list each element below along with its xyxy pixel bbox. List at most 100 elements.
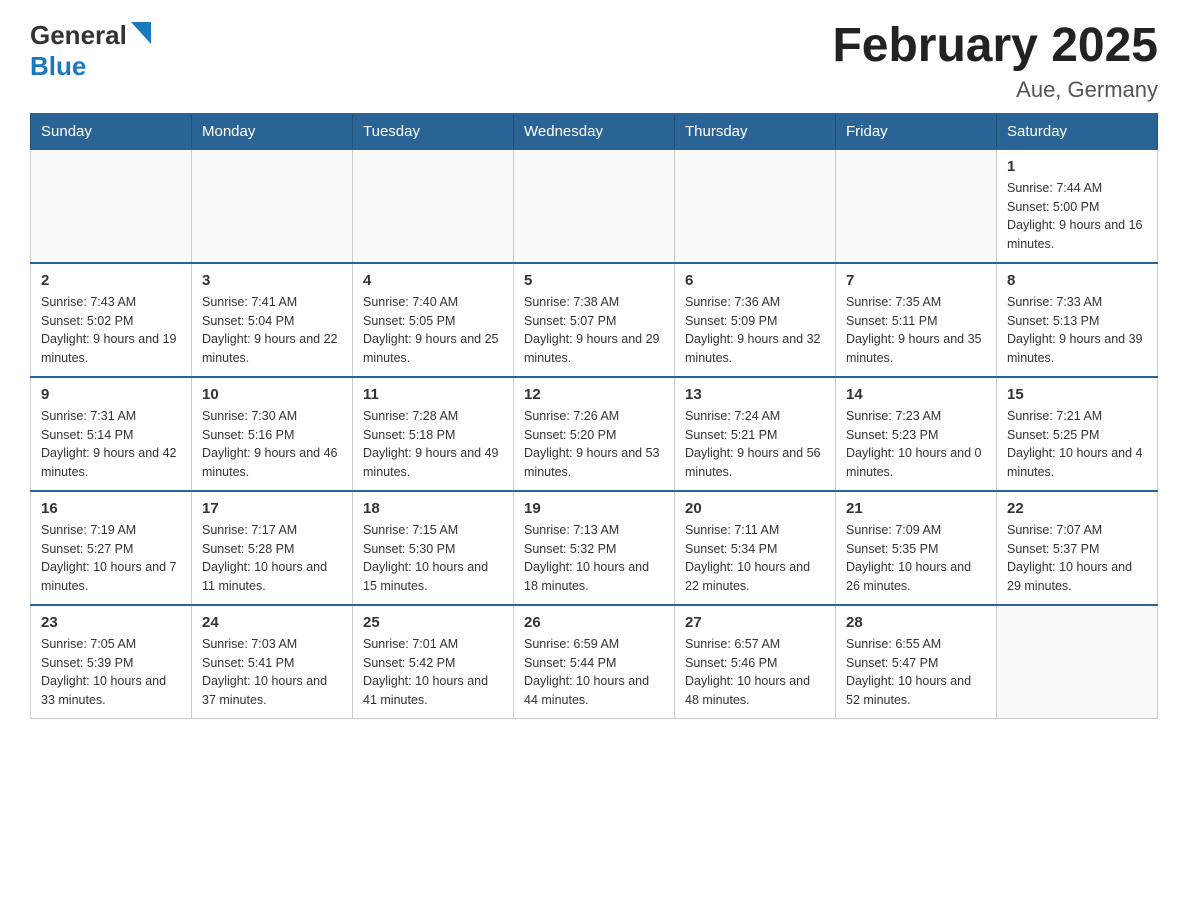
daylight-text: Daylight: 9 hours and 56 minutes.	[685, 444, 825, 482]
day-number: 13	[685, 386, 825, 403]
calendar-cell: 10 Sunrise: 7:30 AMSunset: 5:16 PMDayligh…	[192, 377, 353, 491]
day-number: 21	[846, 500, 986, 517]
calendar-cell: 3Sunrise: 7:41 AMSunset: 5:04 PMDaylight…	[192, 263, 353, 377]
daylight-text: Daylight: 10 hours and 4 minutes.	[1007, 444, 1147, 482]
day-info: Sunrise: 7:07 AMSunset: 5:37 PMDaylight:…	[1007, 521, 1147, 596]
calendar-cell: 20Sunrise: 7:11 AMSunset: 5:34 PMDayligh…	[675, 491, 836, 605]
calendar-cell: 7Sunrise: 7:35 AMSunset: 5:11 PMDaylight…	[836, 263, 997, 377]
sunset-text: Sunset: 5:11 PM	[846, 312, 986, 331]
sunset-text: Sunset: 5:34 PM	[685, 540, 825, 559]
sunrise-text: Sunrise: 7:35 AM	[846, 293, 986, 312]
daylight-text: Daylight: 9 hours and 46 minutes.	[202, 444, 342, 482]
day-number: 2	[41, 272, 181, 289]
daylight-text: Daylight: 10 hours and 48 minutes.	[685, 672, 825, 710]
daylight-text: Daylight: 9 hours and 25 minutes.	[363, 330, 503, 368]
day-info: Sunrise: 7:41 AMSunset: 5:04 PMDaylight:…	[202, 293, 342, 368]
day-info: Sunrise: 7:19 AMSunset: 5:27 PMDaylight:…	[41, 521, 181, 596]
daylight-text: Daylight: 9 hours and 53 minutes.	[524, 444, 664, 482]
day-info: Sunrise: 7:26 AMSunset: 5:20 PMDaylight:…	[524, 407, 664, 482]
daylight-text: Daylight: 9 hours and 22 minutes.	[202, 330, 342, 368]
weekday-header-saturday: Saturday	[997, 114, 1158, 149]
calendar-cell: 14 Sunrise: 7:23 AMSunset: 5:23 PMDayligh…	[836, 377, 997, 491]
sunset-text: Sunset: 5:41 PM	[202, 654, 342, 673]
sunset-text: Sunset: 5:23 PM	[846, 426, 986, 445]
sunset-text: Sunset: 5:18 PM	[363, 426, 503, 445]
sunrise-text: Sunrise: 7:03 AM	[202, 635, 342, 654]
day-number: 4	[363, 272, 503, 289]
day-info: Sunrise: 7:17 AMSunset: 5:28 PMDaylight:…	[202, 521, 342, 596]
sunrise-text: Sunrise: 7:05 AM	[41, 635, 181, 654]
calendar-cell: 25Sunrise: 7:01 AMSunset: 5:42 PMDayligh…	[353, 605, 514, 719]
calendar-cell: 24Sunrise: 7:03 AMSunset: 5:41 PMDayligh…	[192, 605, 353, 719]
location-text: Aue, Germany	[832, 77, 1158, 103]
day-info: Sunrise: 7:09 AMSunset: 5:35 PMDaylight:…	[846, 521, 986, 596]
daylight-text: Daylight: 10 hours and 15 minutes.	[363, 558, 503, 596]
day-info: Sunrise: 7:21 AMSunset: 5:25 PMDaylight:…	[1007, 407, 1147, 482]
sunrise-text: Sunrise: 7:07 AM	[1007, 521, 1147, 540]
calendar-week-3: 9 Sunrise: 7:31 AMSunset: 5:14 PMDaylight…	[31, 377, 1158, 491]
sunset-text: Sunset: 5:20 PM	[524, 426, 664, 445]
calendar-cell: 17Sunrise: 7:17 AMSunset: 5:28 PMDayligh…	[192, 491, 353, 605]
sunrise-text: Sunrise: 6:57 AM	[685, 635, 825, 654]
sunrise-text: Sunrise: 6:59 AM	[524, 635, 664, 654]
calendar-week-5: 23Sunrise: 7:05 AMSunset: 5:39 PMDayligh…	[31, 605, 1158, 719]
daylight-text: Daylight: 10 hours and 29 minutes.	[1007, 558, 1147, 596]
day-number: 20	[685, 500, 825, 517]
daylight-text: Daylight: 9 hours and 19 minutes.	[41, 330, 181, 368]
calendar-week-1: 1Sunrise: 7:44 AMSunset: 5:00 PMDaylight…	[31, 149, 1158, 263]
sunset-text: Sunset: 5:39 PM	[41, 654, 181, 673]
sunrise-text: Sunrise: 7:40 AM	[363, 293, 503, 312]
day-number: 24	[202, 614, 342, 631]
day-info: Sunrise: 6:59 AMSunset: 5:44 PMDaylight:…	[524, 635, 664, 710]
day-number: 14	[846, 386, 986, 403]
calendar-cell	[31, 149, 192, 263]
sunset-text: Sunset: 5:37 PM	[1007, 540, 1147, 559]
logo-general-text: General	[30, 20, 127, 51]
day-number: 23	[41, 614, 181, 631]
day-info: Sunrise: 7:30 AMSunset: 5:16 PMDaylight:…	[202, 407, 342, 482]
daylight-text: Daylight: 10 hours and 11 minutes.	[202, 558, 342, 596]
weekday-header-friday: Friday	[836, 114, 997, 149]
calendar-week-2: 2Sunrise: 7:43 AMSunset: 5:02 PMDaylight…	[31, 263, 1158, 377]
daylight-text: Daylight: 10 hours and 22 minutes.	[685, 558, 825, 596]
sunset-text: Sunset: 5:46 PM	[685, 654, 825, 673]
weekday-header-monday: Monday	[192, 114, 353, 149]
sunset-text: Sunset: 5:42 PM	[363, 654, 503, 673]
calendar-cell	[997, 605, 1158, 719]
day-info: Sunrise: 7:33 AMSunset: 5:13 PMDaylight:…	[1007, 293, 1147, 368]
daylight-text: Daylight: 9 hours and 42 minutes.	[41, 444, 181, 482]
calendar-cell: 2Sunrise: 7:43 AMSunset: 5:02 PMDaylight…	[31, 263, 192, 377]
sunset-text: Sunset: 5:16 PM	[202, 426, 342, 445]
sunrise-text: Sunrise: 7:26 AM	[524, 407, 664, 426]
page-header: General Blue February 2025 Aue, Germany	[30, 20, 1158, 103]
calendar-cell: 22Sunrise: 7:07 AMSunset: 5:37 PMDayligh…	[997, 491, 1158, 605]
calendar-cell: 15Sunrise: 7:21 AMSunset: 5:25 PMDayligh…	[997, 377, 1158, 491]
daylight-text: Daylight: 9 hours and 16 minutes.	[1007, 216, 1147, 254]
sunrise-text: Sunrise: 7:33 AM	[1007, 293, 1147, 312]
calendar-cell	[192, 149, 353, 263]
day-info: Sunrise: 7:23 AMSunset: 5:23 PMDaylight:…	[846, 407, 986, 482]
calendar-cell: 9 Sunrise: 7:31 AMSunset: 5:14 PMDaylight…	[31, 377, 192, 491]
sunset-text: Sunset: 5:02 PM	[41, 312, 181, 331]
day-number: 10	[202, 386, 342, 403]
day-number: 9	[41, 386, 181, 403]
sunset-text: Sunset: 5:09 PM	[685, 312, 825, 331]
sunset-text: Sunset: 5:47 PM	[846, 654, 986, 673]
daylight-text: Daylight: 10 hours and 33 minutes.	[41, 672, 181, 710]
daylight-text: Daylight: 10 hours and 0 minutes.	[846, 444, 986, 482]
day-info: Sunrise: 7:15 AMSunset: 5:30 PMDaylight:…	[363, 521, 503, 596]
day-info: Sunrise: 7:36 AMSunset: 5:09 PMDaylight:…	[685, 293, 825, 368]
sunset-text: Sunset: 5:32 PM	[524, 540, 664, 559]
calendar-cell	[514, 149, 675, 263]
calendar-cell: 18Sunrise: 7:15 AMSunset: 5:30 PMDayligh…	[353, 491, 514, 605]
logo-general-row: General	[30, 20, 151, 51]
calendar-cell: 8Sunrise: 7:33 AMSunset: 5:13 PMDaylight…	[997, 263, 1158, 377]
day-info: Sunrise: 7:13 AMSunset: 5:32 PMDaylight:…	[524, 521, 664, 596]
calendar-table: SundayMondayTuesdayWednesdayThursdayFrid…	[30, 113, 1158, 719]
sunset-text: Sunset: 5:14 PM	[41, 426, 181, 445]
day-info: Sunrise: 7:31 AMSunset: 5:14 PMDaylight:…	[41, 407, 181, 482]
sunrise-text: Sunrise: 6:55 AM	[846, 635, 986, 654]
day-number: 12	[524, 386, 664, 403]
day-info: Sunrise: 7:28 AMSunset: 5:18 PMDaylight:…	[363, 407, 503, 482]
sunrise-text: Sunrise: 7:30 AM	[202, 407, 342, 426]
